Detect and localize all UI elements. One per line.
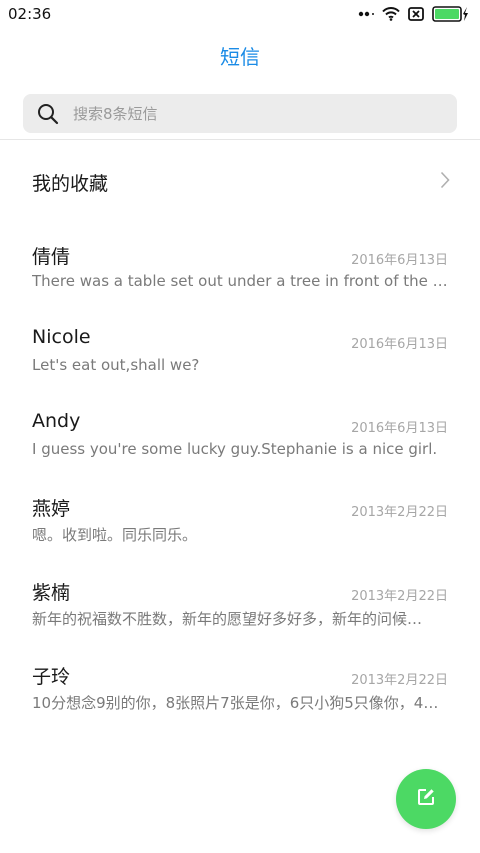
contact-name: Andy (32, 410, 81, 432)
page-title: 短信 (220, 45, 260, 69)
message-preview: 10分想念9别的你，8张照片7张是你，6只小狗5只像你，4… (32, 694, 439, 712)
conversation-item[interactable]: 燕婷 2013年2月22日 嗯。收到啦。同乐同乐。 (0, 484, 480, 568)
message-date: 2016年6月13日 (351, 253, 448, 268)
wifi-icon (382, 7, 400, 21)
search-icon (23, 103, 73, 125)
message-preview: There was a table set out under a tree i… (32, 272, 448, 290)
message-date: 2016年6月13日 (351, 421, 448, 436)
contact-name: Nicole (32, 326, 91, 348)
message-date: 2013年2月22日 (351, 589, 448, 604)
status-time: 02:36 (8, 5, 52, 23)
chevron-right-icon (440, 171, 450, 193)
contact-name: 紫楠 (32, 582, 71, 604)
message-preview: Let's eat out,shall we? (32, 356, 200, 374)
search-input[interactable]: 搜索8条短信 (23, 94, 457, 133)
compose-icon (416, 787, 436, 811)
contact-name: 燕婷 (32, 498, 71, 520)
status-bar: 02:36 (0, 0, 480, 28)
contact-name: 倩倩 (32, 246, 71, 268)
conversation-item[interactable]: 紫楠 2013年2月22日 新年的祝福数不胜数，新年的愿望好多好多，新年的问候… (0, 568, 480, 652)
conversation-list: 倩倩 2016年6月13日 There was a table set out … (0, 232, 480, 736)
message-preview: 新年的祝福数不胜数，新年的愿望好多好多，新年的问候… (32, 610, 423, 628)
message-preview: 嗯。收到啦。同乐同乐。 (32, 526, 198, 544)
message-date: 2016年6月13日 (351, 337, 448, 352)
conversation-item[interactable]: 子玲 2013年2月22日 10分想念9别的你，8张照片7张是你，6只小狗5只像… (0, 652, 480, 736)
status-icons (358, 6, 468, 22)
conversation-item[interactable]: Andy 2016年6月13日 I guess you're some luck… (0, 400, 480, 484)
contact-name: 子玲 (32, 666, 71, 688)
compose-button[interactable] (396, 769, 456, 829)
search-placeholder: 搜索8条短信 (73, 105, 158, 123)
message-date: 2013年2月22日 (351, 673, 448, 688)
messages-screen: 02:36 短信 搜索8条短信 我的收藏 倩倩 2016年6月13日 There… (0, 0, 480, 853)
conversation-item[interactable]: Nicole 2016年6月13日 Let's eat out,shall we… (0, 316, 480, 400)
favorites-row[interactable]: 我的收藏 (0, 155, 480, 209)
conversation-item[interactable]: 倩倩 2016年6月13日 There was a table set out … (0, 232, 480, 316)
signal-dots-icon (358, 11, 374, 17)
message-preview: I guess you're some lucky guy.Stephanie … (32, 440, 438, 458)
favorites-label: 我的收藏 (32, 172, 109, 195)
message-date: 2013年2月22日 (351, 505, 448, 520)
divider (0, 139, 480, 140)
battery-charging-icon (432, 6, 468, 22)
no-sim-icon (408, 7, 424, 21)
